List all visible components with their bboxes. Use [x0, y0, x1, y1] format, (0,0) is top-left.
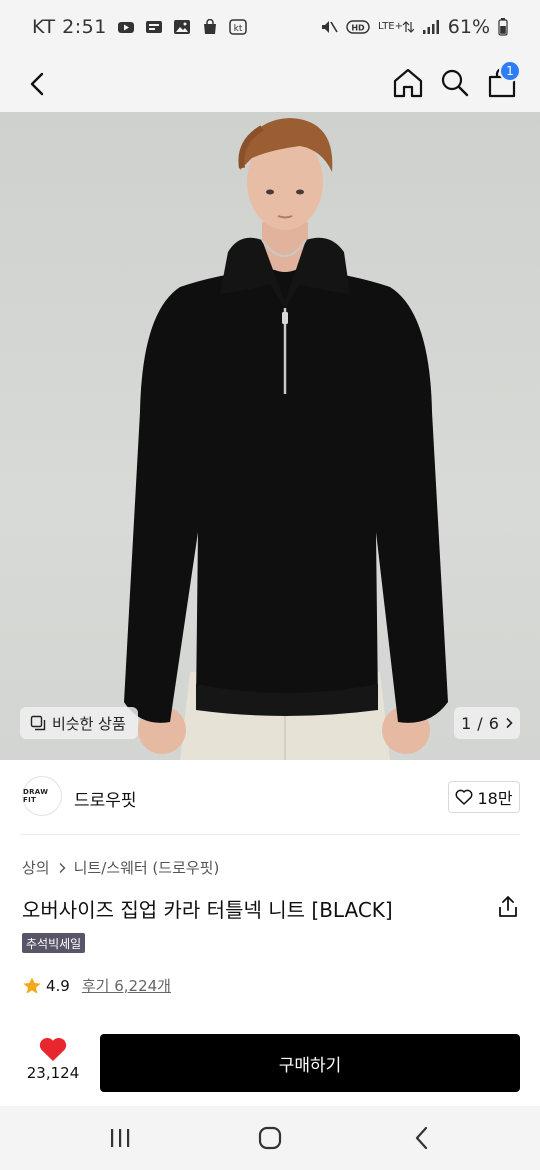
brand-like-button[interactable]: 18만 — [448, 781, 520, 813]
cart-count-badge: 1 — [499, 60, 521, 82]
breadcrumb: 상의 니트/스웨터 (드로우핏) — [22, 857, 219, 878]
brand-row: DRAW FIT 드로우핏 18만 — [0, 760, 540, 836]
wishlist-count: 23,124 — [26, 1064, 80, 1082]
system-nav-bar — [0, 1106, 540, 1170]
chevron-right-icon — [59, 862, 66, 873]
sale-tag: 추석빅세일 — [22, 933, 86, 953]
chevron-right-icon — [506, 717, 513, 729]
gallery-icon — [173, 20, 190, 34]
share-icon[interactable] — [496, 894, 520, 920]
brand-logo[interactable]: DRAW FIT — [22, 776, 62, 816]
message-icon — [145, 21, 162, 33]
purchase-bar: 23,124 구매하기 — [0, 1020, 540, 1106]
brand-name[interactable]: 드로우핏 — [74, 786, 137, 811]
hd-label: HD — [351, 24, 365, 33]
image-page-indicator[interactable]: 1 / 6 — [454, 707, 520, 739]
product-image[interactable]: 비슷한 상품 1 / 6 — [0, 112, 540, 760]
heart-filled-icon — [39, 1037, 67, 1061]
brand-like-count: 18만 — [477, 789, 513, 808]
breadcrumb-item-category[interactable]: 상의 — [22, 857, 50, 878]
lte-label: LTE+ — [378, 21, 403, 32]
product-photo — [124, 118, 448, 760]
page-separator: / — [477, 713, 483, 733]
mute-icon — [321, 21, 338, 33]
rating-row: 4.9 후기 6,224개 — [22, 975, 171, 996]
wishlist-button[interactable]: 23,124 — [22, 1036, 84, 1096]
rating-value: 4.9 — [46, 976, 70, 995]
carrier-time: KT 2:51 — [32, 16, 107, 38]
search-icon[interactable] — [436, 62, 472, 102]
nav-back-icon[interactable] — [408, 1124, 436, 1152]
home-icon[interactable] — [390, 62, 426, 102]
product-title: 오버사이즈 집업 카라 터틀넥 니트 [BLACK] — [22, 898, 393, 922]
back-arrow-icon[interactable] — [22, 64, 58, 104]
kt-badge-text: kt — [233, 24, 242, 34]
kt-icon: kt — [229, 19, 247, 35]
shopping-bag-status-icon — [203, 19, 216, 34]
signal-icon — [422, 20, 439, 34]
recent-apps-icon[interactable] — [106, 1126, 134, 1150]
page-total: 6 — [488, 713, 499, 733]
brand-logo-text: DRAW FIT — [23, 788, 49, 804]
similar-items-icon — [30, 715, 46, 731]
similar-products-button[interactable]: 비슷한 상품 — [20, 707, 138, 739]
breadcrumb-item-subcategory[interactable]: 니트/스웨터 (드로우핏) — [74, 857, 220, 878]
hd-voice-icon: HD — [346, 20, 370, 34]
divider — [20, 834, 520, 835]
nav-home-icon[interactable] — [256, 1124, 284, 1152]
heart-outline-icon — [455, 789, 473, 805]
youtube-icon — [117, 22, 134, 33]
app-header — [0, 56, 540, 112]
similar-products-label: 비슷한 상품 — [52, 714, 126, 733]
status-right: HD LTE+ 61% — [320, 16, 508, 38]
status-bar: KT 2:51 kt HD LTE+ 61% — [0, 0, 540, 56]
review-count-link[interactable]: 후기 6,224개 — [82, 975, 171, 996]
page-current: 1 — [461, 713, 472, 733]
star-icon — [23, 977, 41, 994]
status-left: KT 2:51 kt — [32, 16, 247, 38]
battery-icon — [498, 18, 508, 36]
battery-percent: 61% — [447, 16, 490, 38]
lte-icon: LTE+ — [378, 21, 414, 33]
buy-button[interactable]: 구매하기 — [100, 1034, 520, 1092]
